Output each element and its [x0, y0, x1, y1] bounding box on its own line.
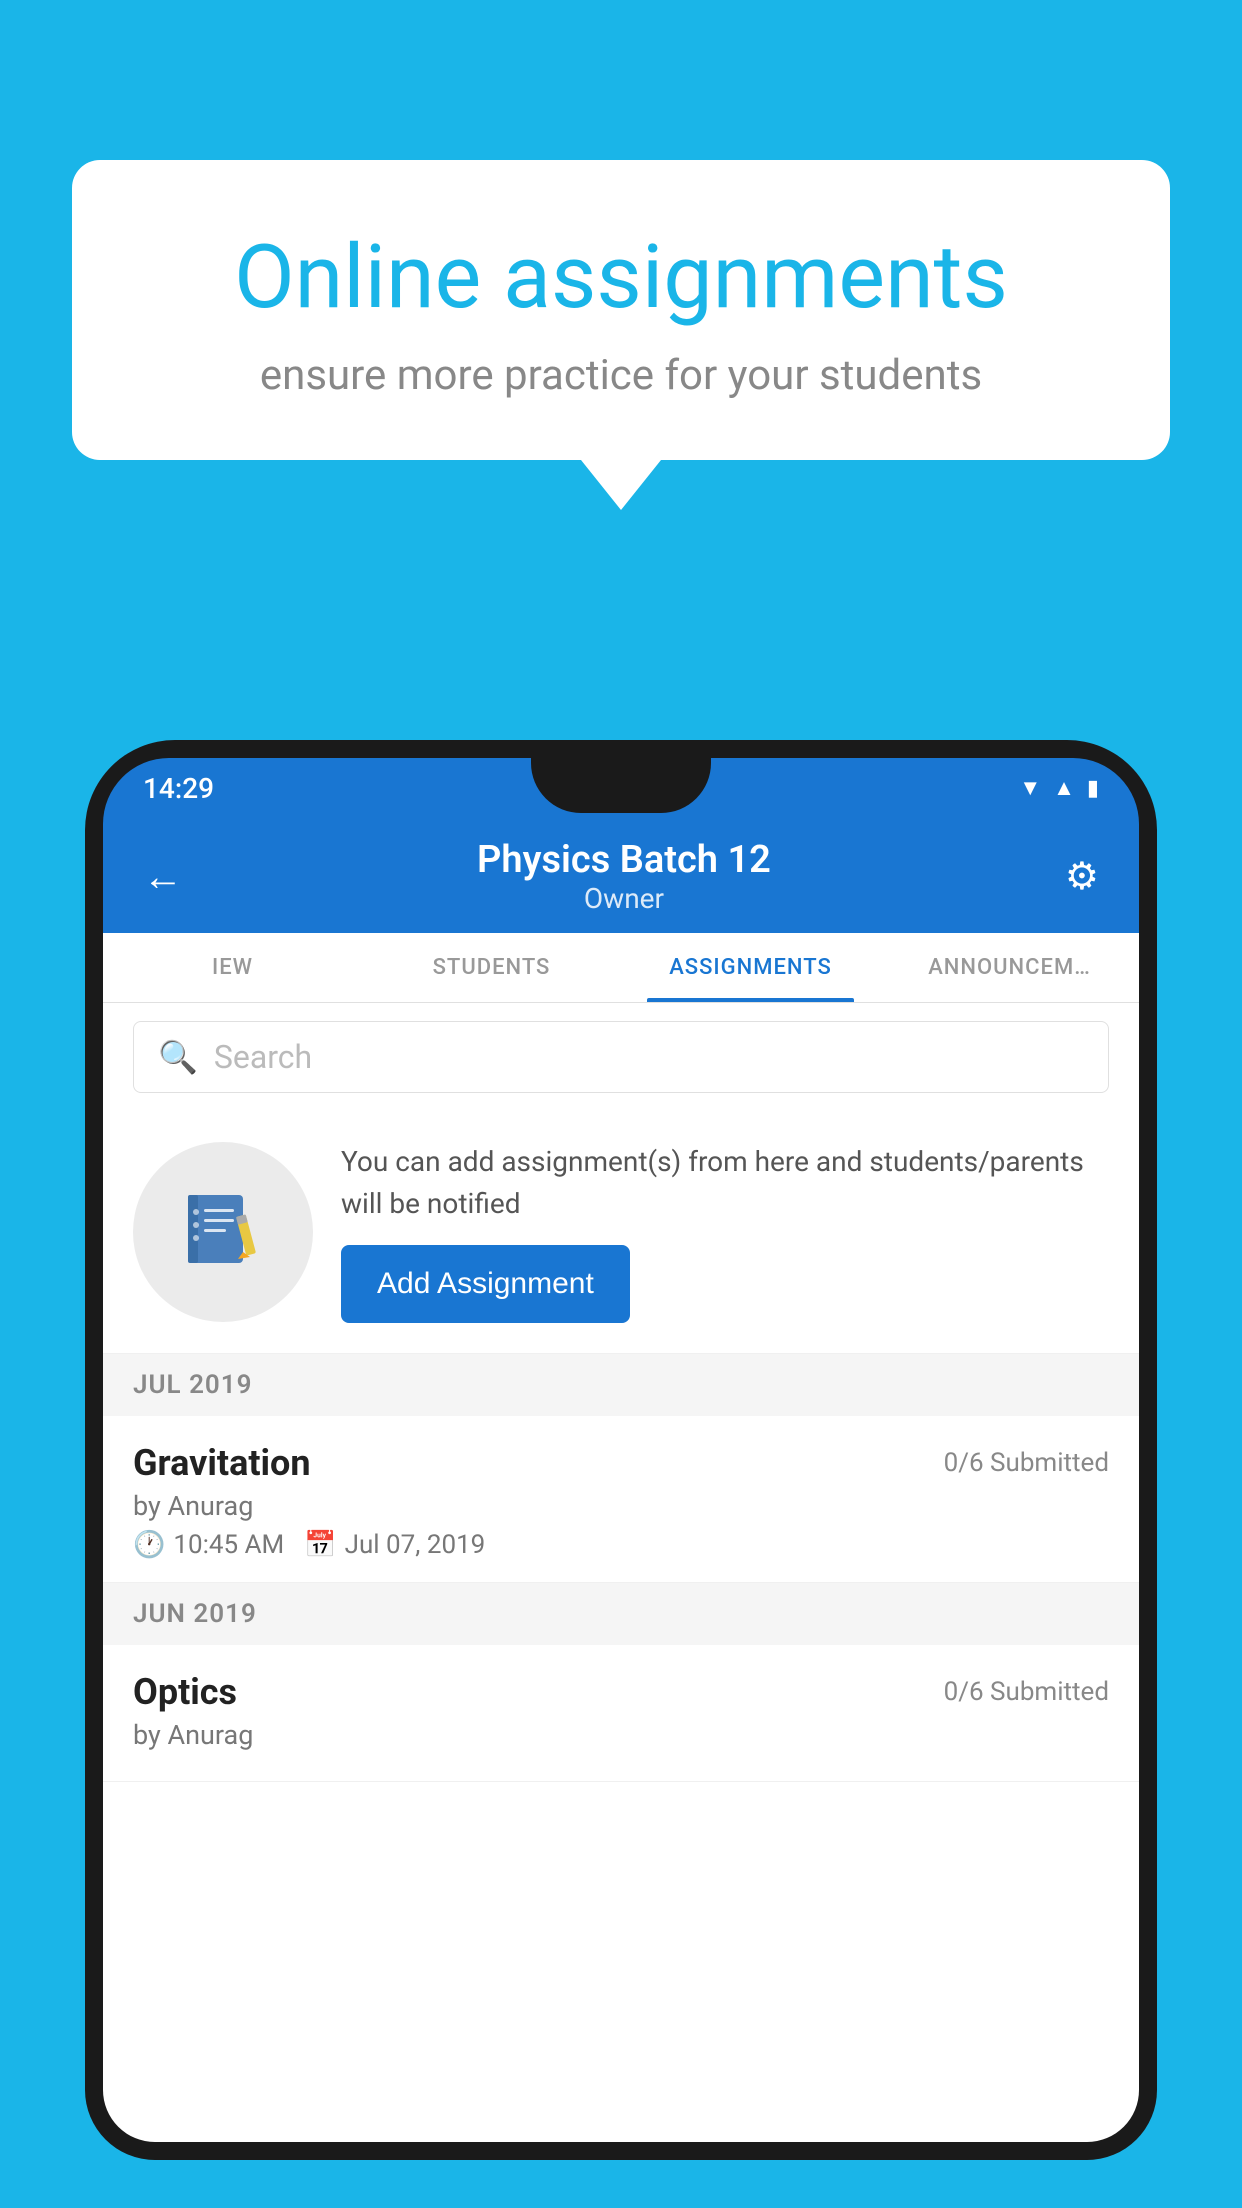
assignment-item-optics[interactable]: Optics 0/6 Submitted by Anurag [103, 1645, 1139, 1782]
assignment-by-gravitation: by Anurag [133, 1490, 1109, 1522]
back-button[interactable]: ← [143, 853, 183, 900]
assignment-meta-gravitation: 🕐 10:45 AM 📅 Jul 07, 2019 [133, 1530, 1109, 1560]
calendar-icon: 📅 [304, 1530, 336, 1560]
assignment-top-optics: Optics 0/6 Submitted [133, 1671, 1109, 1713]
app-content: 🔍 Search [103, 1003, 1139, 2142]
assignment-title-gravitation: Gravitation [133, 1442, 311, 1484]
meta-date-gravitation: 📅 Jul 07, 2019 [304, 1530, 485, 1560]
assignment-item-gravitation[interactable]: Gravitation 0/6 Submitted by Anurag 🕐 10… [103, 1416, 1139, 1583]
assignment-top-gravitation: Gravitation 0/6 Submitted [133, 1442, 1109, 1484]
signal-icon: ▲ [1053, 775, 1075, 801]
phone-outer-shell: 14:29 ▼ ▲ ▮ ← Physics Batch 12 Owner ⚙ [85, 740, 1157, 2160]
assignment-time-gravitation: 10:45 AM [173, 1530, 284, 1560]
search-icon: 🔍 [158, 1038, 198, 1076]
tab-iew[interactable]: IEW [103, 933, 362, 1002]
settings-icon[interactable]: ⚙ [1065, 854, 1099, 899]
assignment-icon-circle [133, 1142, 313, 1322]
status-time: 14:29 [143, 772, 214, 805]
tab-announcements[interactable]: ANNOUNCEM… [880, 933, 1139, 1002]
header-title: Physics Batch 12 [477, 838, 771, 882]
speech-bubble-section: Online assignments ensure more practice … [72, 160, 1170, 510]
section-header-jul: JUL 2019 [103, 1354, 1139, 1416]
notch [531, 758, 711, 813]
speech-bubble-subtitle: ensure more practice for your students [132, 351, 1110, 400]
search-container: 🔍 Search [103, 1003, 1139, 1111]
section-header-jun: JUN 2019 [103, 1583, 1139, 1645]
assignment-date-gravitation: Jul 07, 2019 [345, 1530, 486, 1560]
wifi-icon: ▼ [1019, 775, 1041, 801]
search-placeholder: Search [214, 1038, 312, 1076]
meta-time-gravitation: 🕐 10:45 AM [133, 1530, 284, 1560]
search-box[interactable]: 🔍 Search [133, 1021, 1109, 1093]
assignment-submitted-optics: 0/6 Submitted [944, 1677, 1109, 1707]
app-header: ← Physics Batch 12 Owner ⚙ [103, 818, 1139, 933]
notebook-icon [178, 1187, 268, 1277]
info-right: You can add assignment(s) from here and … [341, 1141, 1109, 1323]
speech-bubble-pointer [581, 460, 661, 510]
info-box: You can add assignment(s) from here and … [103, 1111, 1139, 1354]
clock-icon: 🕐 [133, 1530, 165, 1560]
assignment-submitted-gravitation: 0/6 Submitted [944, 1448, 1109, 1478]
info-text: You can add assignment(s) from here and … [341, 1141, 1109, 1225]
header-subtitle: Owner [477, 882, 771, 915]
phone-inner-screen: 14:29 ▼ ▲ ▮ ← Physics Batch 12 Owner ⚙ [103, 758, 1139, 2142]
speech-bubble-title: Online assignments [132, 230, 1110, 327]
status-bar: 14:29 ▼ ▲ ▮ [103, 758, 1139, 818]
speech-bubble-card: Online assignments ensure more practice … [72, 160, 1170, 460]
phone-mockup: 14:29 ▼ ▲ ▮ ← Physics Batch 12 Owner ⚙ [85, 740, 1157, 2208]
battery-icon: ▮ [1087, 776, 1099, 801]
header-title-block: Physics Batch 12 Owner [477, 838, 771, 915]
assignment-by-optics: by Anurag [133, 1719, 1109, 1751]
tab-assignments[interactable]: ASSIGNMENTS [621, 933, 880, 1002]
tab-students[interactable]: STUDENTS [362, 933, 621, 1002]
tabs-bar: IEW STUDENTS ASSIGNMENTS ANNOUNCEM… [103, 933, 1139, 1003]
add-assignment-button[interactable]: Add Assignment [341, 1245, 630, 1323]
assignment-title-optics: Optics [133, 1671, 237, 1713]
status-icons: ▼ ▲ ▮ [1019, 775, 1099, 801]
